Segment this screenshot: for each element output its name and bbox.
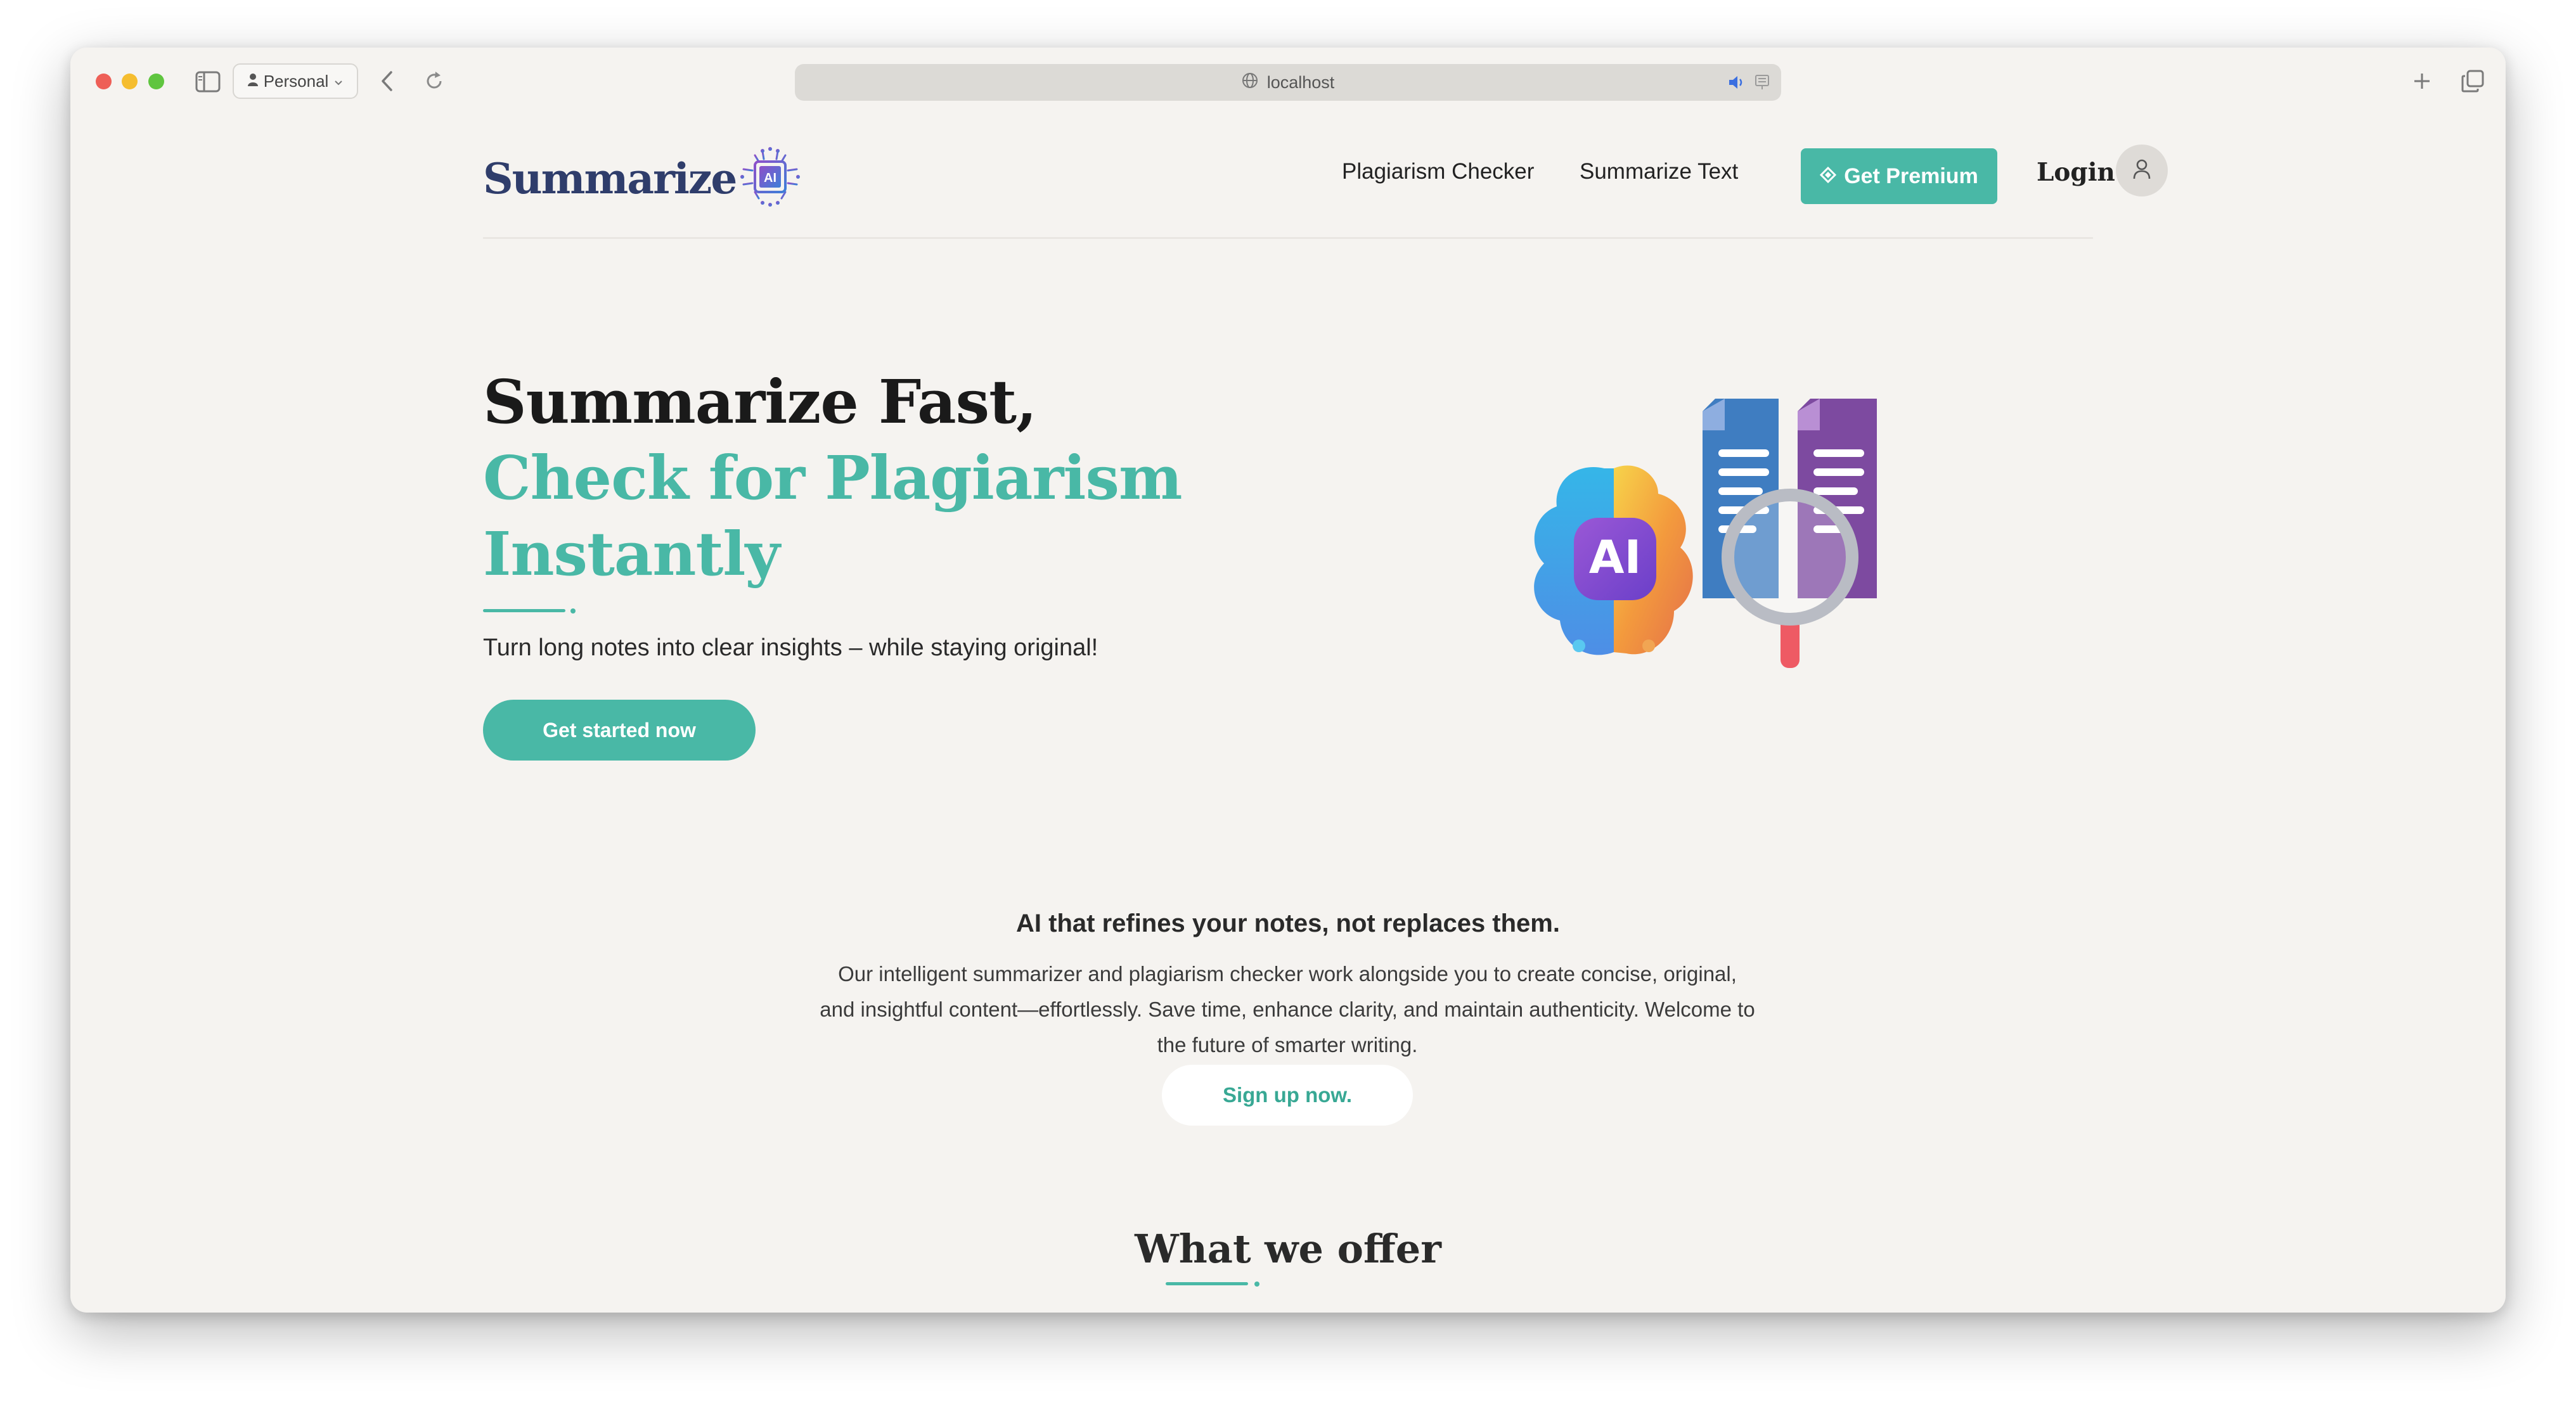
back-arrow-icon[interactable] bbox=[373, 67, 401, 96]
globe-icon bbox=[1242, 72, 1258, 93]
ai-documents-illustration: AI bbox=[1465, 380, 1985, 735]
illustration-ai-text: AI bbox=[1589, 530, 1642, 584]
intro-heading: AI that refines your notes, not replaces… bbox=[1016, 909, 1560, 937]
site-logo[interactable]: Summarize AI bbox=[483, 146, 801, 210]
hero-subtitle: Turn long notes into clear insights – wh… bbox=[483, 634, 1098, 661]
browser-window: Personal localhost Summarize AI Plagiari… bbox=[70, 48, 2506, 1313]
address-bar[interactable]: localhost bbox=[795, 64, 1781, 101]
browser-toolbar: Personal localhost bbox=[70, 48, 2506, 113]
get-started-button[interactable]: Get started now bbox=[483, 700, 756, 761]
login-link[interactable]: Login bbox=[2037, 158, 2115, 187]
hero-title-line2: Check for Plagiarism bbox=[483, 443, 1183, 513]
tab-overview-icon[interactable] bbox=[2459, 67, 2487, 96]
site-header: Summarize AI Plagiarism Checker Summariz… bbox=[483, 113, 2168, 239]
nav-summarize-text[interactable]: Summarize Text bbox=[1580, 159, 1738, 184]
new-tab-plus-icon[interactable] bbox=[2408, 67, 2436, 96]
hero-title-underline bbox=[483, 608, 577, 614]
user-icon bbox=[2131, 158, 2153, 184]
logo-text: Summarize bbox=[483, 153, 737, 203]
what-we-offer-heading: What we offer bbox=[1135, 1226, 1441, 1272]
reload-icon[interactable] bbox=[420, 67, 448, 96]
page-content: Summarize AI Plagiarism Checker Summariz… bbox=[70, 113, 2506, 1313]
profile-label: Personal bbox=[263, 71, 329, 91]
user-avatar-button[interactable] bbox=[2116, 145, 2168, 196]
url-text: localhost bbox=[1266, 72, 1335, 92]
hero-title-line3: Instantly bbox=[483, 519, 780, 589]
nav-plagiarism-checker[interactable]: Plagiarism Checker bbox=[1342, 159, 1534, 184]
close-window-button[interactable] bbox=[96, 74, 112, 89]
get-premium-button[interactable]: Get Premium bbox=[1801, 148, 1997, 204]
diamond-icon bbox=[1820, 164, 1837, 189]
zoom-window-button[interactable] bbox=[148, 74, 164, 89]
offer-heading-underline bbox=[1166, 1282, 1261, 1287]
get-premium-label: Get Premium bbox=[1844, 164, 1978, 188]
hero-title-line1: Summarize Fast, bbox=[483, 367, 1037, 437]
chip-ai-text: AI bbox=[764, 171, 776, 185]
person-icon bbox=[247, 72, 259, 91]
intro-body: Our intelligent summarizer and plagiaris… bbox=[820, 962, 1755, 1057]
reader-mode-icon[interactable] bbox=[1755, 74, 1770, 95]
chevron-down-icon bbox=[333, 72, 344, 91]
minimize-window-button[interactable] bbox=[122, 74, 138, 89]
sidebar-toggle-icon[interactable] bbox=[195, 69, 221, 94]
sign-up-button[interactable]: Sign up now. bbox=[1162, 1065, 1413, 1126]
profile-selector[interactable]: Personal bbox=[233, 63, 358, 99]
speaker-icon[interactable] bbox=[1728, 74, 1746, 95]
ai-chip-icon: AI bbox=[740, 146, 801, 210]
